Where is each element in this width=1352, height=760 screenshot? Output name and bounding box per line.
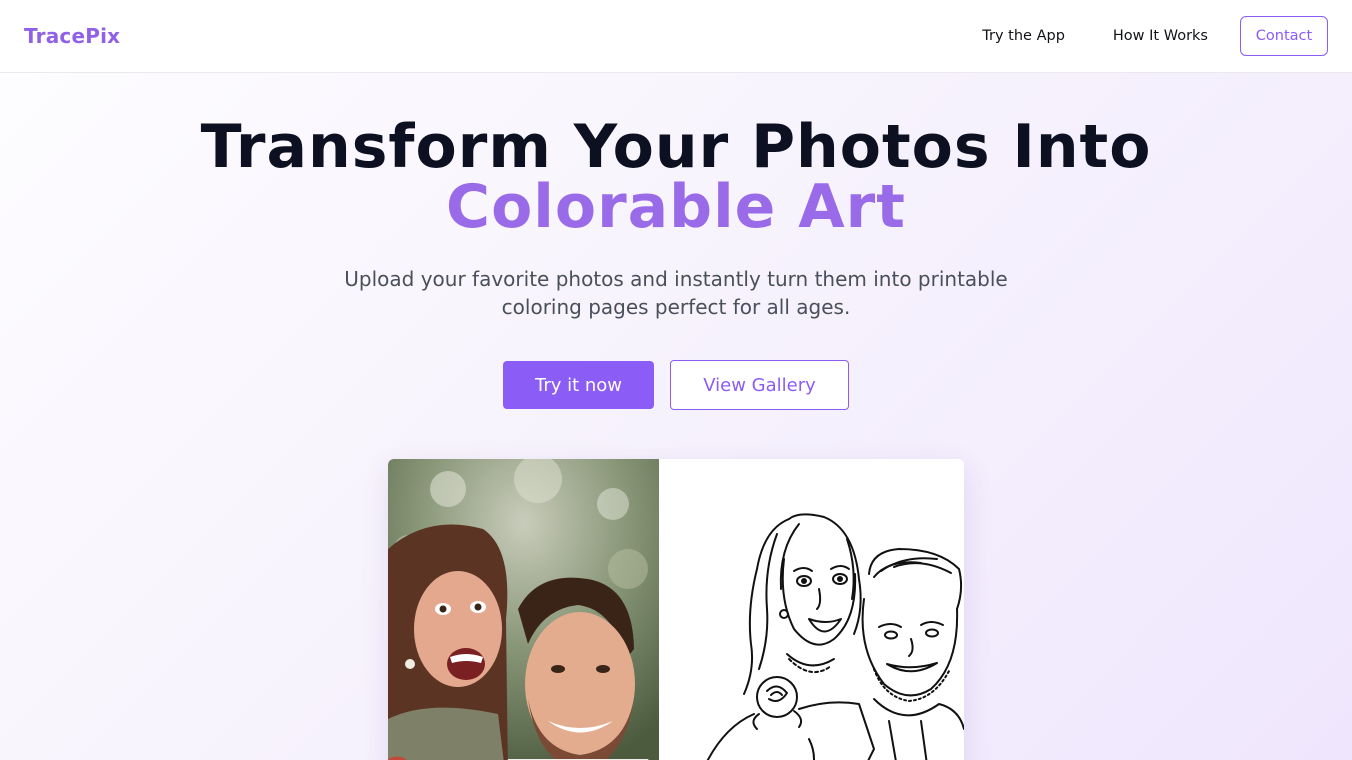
try-it-now-button[interactable]: Try it now bbox=[503, 361, 654, 409]
nav-link-how-it-works[interactable]: How It Works bbox=[1113, 28, 1208, 44]
original-photo bbox=[388, 459, 659, 760]
view-gallery-button[interactable]: View Gallery bbox=[670, 360, 849, 410]
couple-line-art-image bbox=[706, 513, 964, 760]
top-navbar: TracePix Try the App How It Works Contac… bbox=[0, 0, 1352, 73]
contact-button[interactable]: Contact bbox=[1240, 16, 1328, 56]
cta-row: Try it now View Gallery bbox=[0, 360, 1352, 410]
brand-logo[interactable]: TracePix bbox=[24, 24, 120, 48]
hero-section: Transform Your Photos Into Colorable Art… bbox=[0, 73, 1352, 760]
before-after-showcase bbox=[388, 459, 964, 760]
hero-subtitle: Upload your favorite photos and instantl… bbox=[344, 267, 1008, 319]
nav-link-try-the-app[interactable]: Try the App bbox=[982, 28, 1065, 44]
headline-accent: Colorable Art bbox=[446, 172, 906, 242]
hero-headline: Transform Your Photos Into Colorable Art bbox=[0, 117, 1352, 237]
couple-photo-image bbox=[388, 459, 659, 760]
nav-links: Try the App How It Works Contact bbox=[982, 16, 1328, 56]
coloring-page-result bbox=[659, 459, 964, 760]
